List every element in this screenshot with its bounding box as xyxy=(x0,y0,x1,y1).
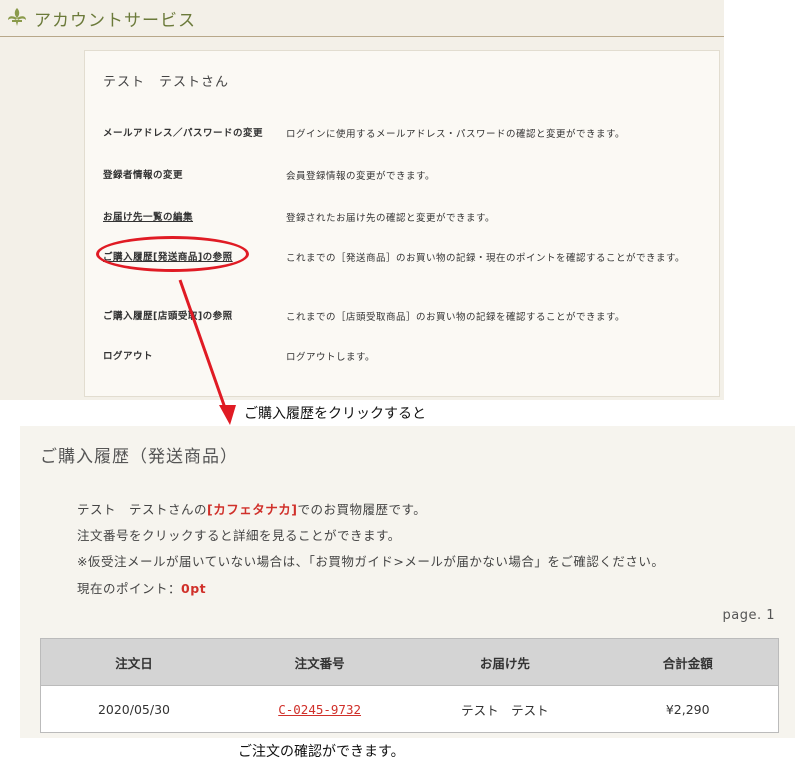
column-header-date: 注文日 xyxy=(40,638,227,686)
order-number-link[interactable]: C-0245-9732 xyxy=(278,702,361,717)
caption-order-confirm: ご注文の確認ができます。 xyxy=(238,744,405,760)
history-intro: テスト テストさんの[カフェタナカ]でのお買物履歴です。 xyxy=(77,499,426,518)
history-title: ご購入履歴（発送商品） xyxy=(40,447,238,467)
points-value: 0pt xyxy=(181,581,207,596)
purchase-history-panel: ご購入履歴（発送商品） テスト テストさんの[カフェタナカ]でのお買物履歴です。… xyxy=(20,426,795,738)
page-indicator: page. 1 xyxy=(722,608,775,623)
shop-name: [カフェタナカ] xyxy=(207,502,298,517)
order-date: 2020/05/30 xyxy=(40,685,227,733)
order-table: 注文日 注文番号 お届け先 合計金額 2020/05/30 C-0245-973… xyxy=(40,638,779,733)
table-header-row: 注文日 注文番号 お届け先 合計金額 xyxy=(40,638,779,686)
order-total: ¥2,290 xyxy=(597,685,779,733)
history-notice: ※仮受注メールが届いていない場合は、「お買物ガイド>メールが届かない場合」をご確… xyxy=(77,554,665,569)
history-hint: 注文番号をクリックすると詳細を見ることができます。 xyxy=(77,528,401,543)
points-line: 現在のポイント：0pt xyxy=(77,578,206,597)
intro-suffix: でのお買物履歴です。 xyxy=(297,502,427,517)
column-header-recipient: お届け先 xyxy=(412,638,598,686)
caption-click-instruction: ご購入履歴をクリックすると xyxy=(244,406,426,422)
order-number-cell: C-0245-9732 xyxy=(226,685,413,733)
intro-prefix: テスト テストさんの xyxy=(77,502,208,517)
order-recipient: テスト テスト xyxy=(412,685,598,733)
points-label: 現在のポイント： xyxy=(77,581,182,596)
column-header-total: 合計金額 xyxy=(597,638,779,686)
column-header-order-no: 注文番号 xyxy=(226,638,413,686)
table-row: 2020/05/30 C-0245-9732 テスト テスト ¥2,290 xyxy=(40,685,779,733)
